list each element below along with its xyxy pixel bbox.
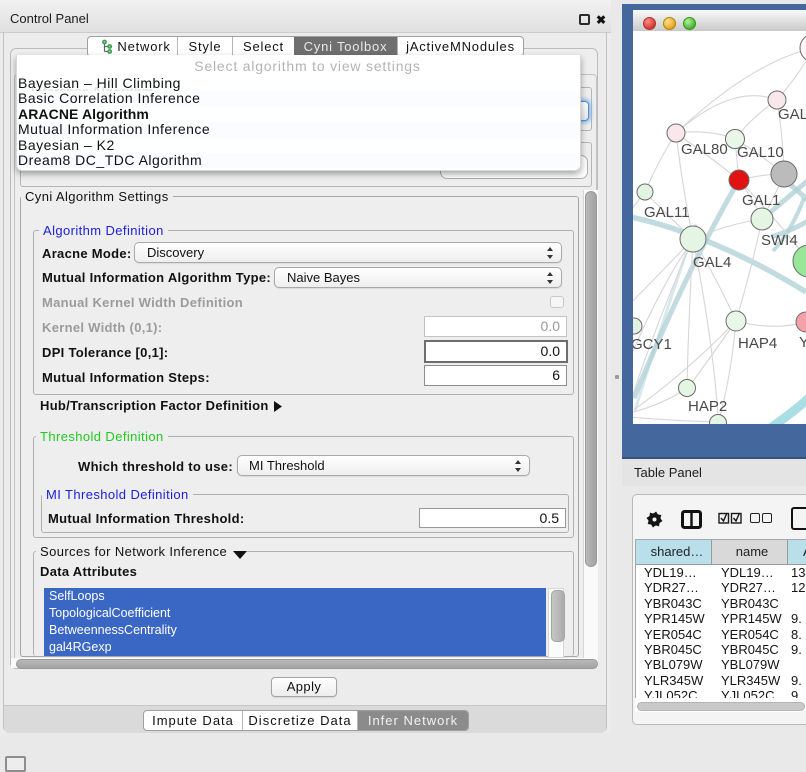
svg-text:GAL11: GAL11 xyxy=(644,204,690,221)
svg-text:GAL8: GAL8 xyxy=(778,106,806,123)
svg-text:Y: Y xyxy=(799,334,806,351)
svg-text:SWI4: SWI4 xyxy=(761,232,798,249)
svg-text:GAL1: GAL1 xyxy=(742,192,780,209)
svg-text:GAL80: GAL80 xyxy=(681,141,728,158)
svg-text:GAL10: GAL10 xyxy=(737,144,784,161)
svg-text:GCY1: GCY1 xyxy=(633,336,672,353)
svg-text:HAP2: HAP2 xyxy=(688,398,727,415)
svg-text:GAL4: GAL4 xyxy=(693,254,731,271)
svg-text:HAP4: HAP4 xyxy=(738,335,777,352)
